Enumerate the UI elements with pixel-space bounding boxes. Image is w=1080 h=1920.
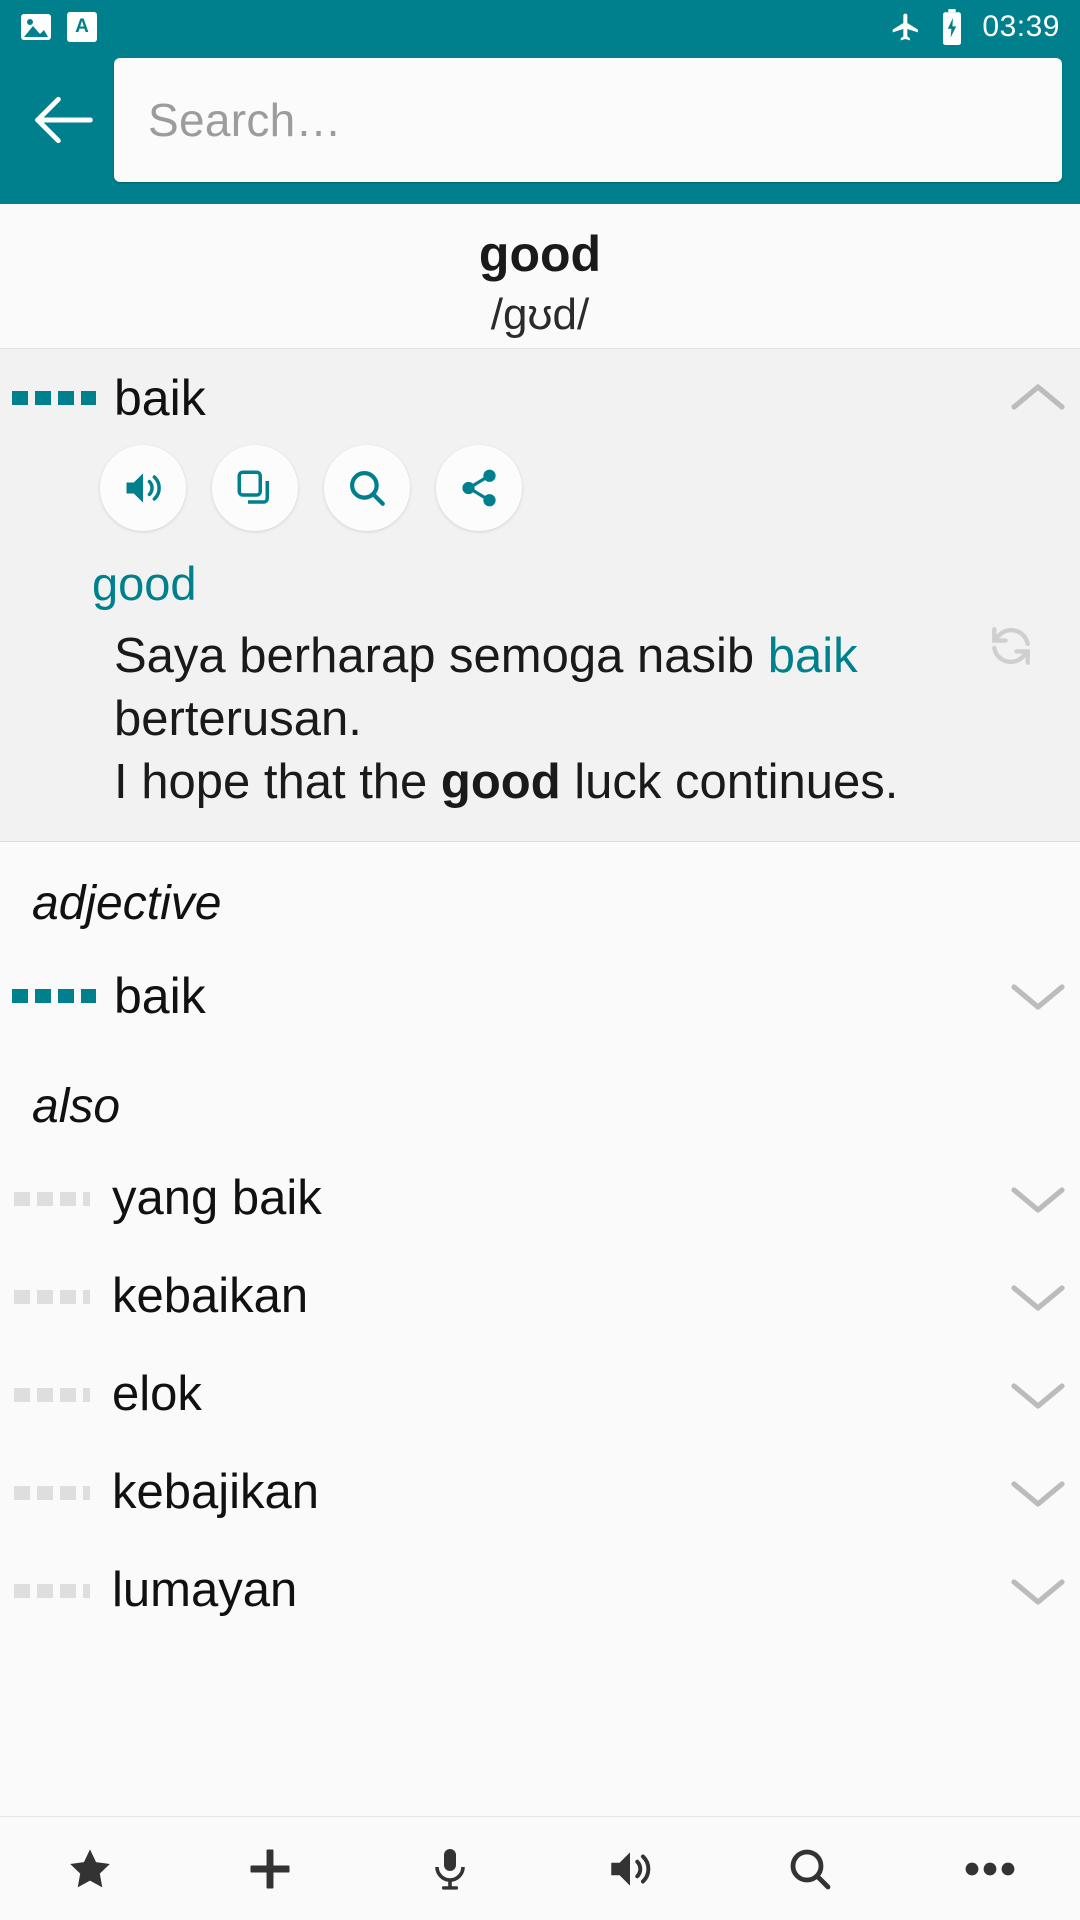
section-label: also: [32, 1080, 121, 1134]
refresh-icon[interactable]: [986, 621, 1036, 676]
microphone-button[interactable]: [390, 1817, 510, 1920]
search-button[interactable]: [324, 445, 410, 532]
list-item-term: kebaikan: [112, 1268, 309, 1323]
chevron-down-icon[interactable]: [996, 979, 1080, 1013]
chevron-down-icon[interactable]: [996, 1378, 1080, 1412]
status-bar-left-icons: A: [20, 11, 98, 43]
chevron-down-icon[interactable]: [996, 1476, 1080, 1510]
back-arrow-icon[interactable]: [18, 74, 110, 166]
frequency-marker: [14, 1191, 90, 1206]
frequency-marker: [14, 1387, 90, 1402]
list-item[interactable]: kebajikan: [0, 1443, 1080, 1542]
favorites-button[interactable]: [30, 1817, 150, 1920]
list-item[interactable]: kebaikan: [0, 1247, 1080, 1346]
battery-charging-icon: [936, 9, 968, 45]
app-bar: Search…: [0, 54, 1080, 204]
sense-word: good: [92, 557, 197, 611]
app-screen: A 03:39 Search… good /ɡʊd/ baik good Say…: [0, 0, 1080, 1920]
chevron-up-icon[interactable]: [996, 381, 1080, 415]
search-button[interactable]: [750, 1817, 870, 1920]
example-source-prefix: Saya berharap semoga nasib: [114, 629, 768, 684]
list-item[interactable]: baik: [0, 947, 1080, 1046]
app-icon: A: [66, 11, 98, 43]
expanded-entry-header[interactable]: baik: [0, 349, 1080, 435]
example-source-suffix: berterusan.: [114, 691, 362, 746]
section-label: adjective: [32, 877, 222, 931]
speak-button[interactable]: [100, 445, 186, 532]
list-item-term: yang baik: [112, 1170, 322, 1225]
image-icon: [20, 11, 52, 43]
list-item-term: elok: [112, 1366, 202, 1421]
headword: good: [478, 226, 602, 282]
list-item[interactable]: elok: [0, 1345, 1080, 1444]
example-block: Saya berharap semoga nasib baik berterus…: [0, 625, 1080, 813]
list-item[interactable]: yang baik: [0, 1149, 1080, 1248]
frequency-marker: [14, 1485, 90, 1500]
status-bar: A 03:39: [0, 0, 1080, 54]
list-item-term: kebajikan: [112, 1464, 320, 1519]
search-input[interactable]: Search…: [114, 58, 1062, 182]
more-button[interactable]: [930, 1817, 1050, 1920]
share-button[interactable]: [436, 445, 522, 532]
headword-section: good /ɡʊd/: [0, 204, 1080, 349]
section-adjective: adjective baik: [0, 842, 1080, 1046]
status-bar-clock: 03:39: [982, 10, 1060, 43]
list-item[interactable]: lumayan: [0, 1541, 1080, 1640]
add-button[interactable]: [210, 1817, 330, 1920]
frequency-marker: [12, 989, 96, 1004]
search-placeholder: Search…: [148, 94, 342, 146]
frequency-marker: [14, 1583, 90, 1598]
section-also: also yang baik kebaikan elok kebajikan l…: [0, 1045, 1080, 1640]
results-list[interactable]: baik good Saya berharap semoga nasib bai…: [0, 348, 1080, 1816]
example-source-highlight: baik: [767, 629, 858, 684]
phonetic-transcription: /ɡʊd/: [490, 289, 590, 339]
example-target-line: I hope that the good luck continues.: [114, 751, 960, 814]
list-item-term: lumayan: [112, 1562, 298, 1617]
frequency-marker: [12, 391, 96, 406]
chevron-down-icon[interactable]: [996, 1574, 1080, 1608]
speaker-button[interactable]: [570, 1817, 690, 1920]
airplane-mode-icon: [890, 11, 922, 43]
chevron-down-icon[interactable]: [996, 1280, 1080, 1314]
bottom-toolbar: [0, 1816, 1080, 1920]
frequency-marker: [14, 1289, 90, 1304]
example-source-line: Saya berharap semoga nasib baik berterus…: [114, 625, 960, 750]
example-target-bold: good: [440, 754, 561, 809]
chevron-down-icon[interactable]: [996, 1182, 1080, 1216]
entry-action-row: [0, 445, 1080, 532]
example-target-prefix: I hope that the: [114, 754, 441, 809]
expanded-entry-card: baik good Saya berharap semoga nasib bai…: [0, 348, 1080, 843]
expanded-entry-term: baik: [114, 369, 206, 426]
example-target-suffix: luck continues.: [560, 754, 899, 809]
copy-button[interactable]: [212, 445, 298, 532]
status-bar-right-icons: 03:39: [890, 9, 1060, 45]
list-item-term: baik: [114, 967, 206, 1024]
app-icon-letter: A: [67, 12, 97, 42]
